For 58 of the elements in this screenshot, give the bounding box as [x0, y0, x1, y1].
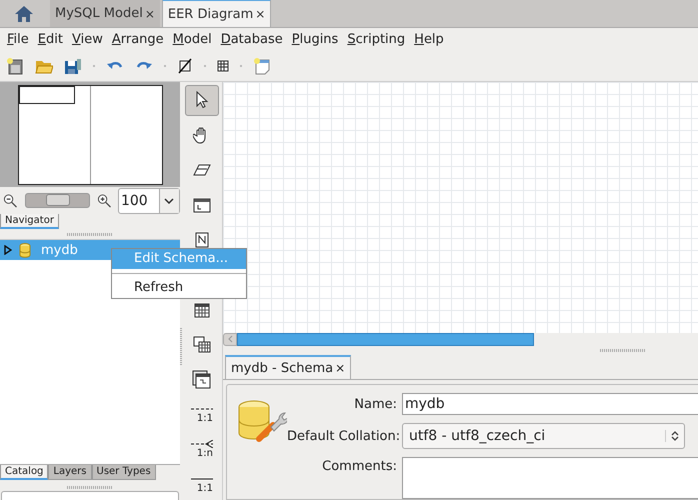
layer-icon[interactable] — [193, 198, 211, 213]
field-label: Default Collation: — [287, 428, 397, 444]
note-icon[interactable] — [195, 232, 209, 248]
schema-edit-icon — [237, 399, 287, 444]
database-icon — [19, 242, 31, 258]
menu-item[interactable]: Refresh — [112, 278, 246, 298]
comments-field[interactable] — [402, 457, 698, 500]
pointer-icon[interactable] — [195, 91, 209, 110]
relationship-tool[interactable]: 1:n — [191, 440, 213, 460]
menu-item[interactable]: Scripting — [344, 32, 412, 46]
menu-item[interactable]: Plugins — [288, 32, 344, 46]
relationship-tool[interactable]: 1:1 — [191, 475, 213, 494]
editor-tab[interactable]: mydb - Schema× — [225, 355, 352, 380]
new-diagram-icon[interactable] — [253, 56, 271, 74]
zoom-slider[interactable] — [24, 193, 90, 208]
menu-item[interactable]: Model — [170, 32, 218, 46]
splitter-handle[interactable] — [67, 233, 113, 236]
zoom-in-icon[interactable] — [97, 192, 112, 208]
menu-item[interactable]: Help — [411, 32, 450, 46]
eraser-icon[interactable] — [193, 164, 211, 176]
expander-icon[interactable] — [4, 245, 12, 255]
save-icon[interactable] — [64, 56, 82, 74]
home-icon — [14, 4, 34, 22]
navigator-tab[interactable]: Navigator — [0, 214, 59, 229]
document-tab[interactable]: EER Diagram× — [162, 0, 272, 27]
close-icon[interactable]: × — [335, 361, 346, 376]
menu-item[interactable]: Database — [218, 32, 289, 46]
splitter-handle[interactable] — [600, 349, 646, 352]
horizontal-scrollbar[interactable] — [223, 332, 698, 346]
document-tab[interactable]: MySQL Model× — [50, 0, 160, 27]
zoom-out-icon[interactable] — [3, 192, 18, 208]
table-icon[interactable] — [194, 302, 210, 318]
splitter-handle[interactable] — [67, 486, 113, 488]
zoom-combo[interactable]: 100 — [118, 188, 180, 214]
relationship-line-icon — [191, 440, 213, 448]
close-icon[interactable]: × — [255, 7, 266, 21]
menu-item[interactable]: File — [4, 32, 35, 46]
spinner-arrows-icon — [671, 430, 679, 442]
viewport-frame[interactable] — [18, 86, 74, 104]
field-label: Name: — [353, 396, 397, 412]
menu-item[interactable]: View — [68, 32, 109, 46]
chevron-down-icon — [164, 198, 174, 204]
tables-icon[interactable] — [193, 336, 211, 354]
slashed-square-icon[interactable] — [177, 58, 193, 74]
sidebar-tab[interactable]: User Types — [92, 465, 156, 480]
sidebar-tab[interactable]: Catalog — [0, 465, 48, 480]
field-label: Comments: — [321, 458, 397, 474]
menu-item[interactable]: Edit — [34, 32, 69, 46]
grid-icon[interactable] — [217, 60, 229, 72]
menu-item[interactable]: Arrange — [108, 32, 170, 46]
sidebar-tab[interactable]: Layers — [48, 465, 92, 480]
close-icon[interactable]: × — [144, 6, 155, 20]
routine-group-icon[interactable] — [192, 370, 212, 390]
new-document-icon[interactable] — [6, 56, 24, 74]
name-field[interactable]: mydb — [402, 393, 698, 416]
splitter-handle[interactable] — [180, 327, 182, 365]
collation-select[interactable]: utf8 - utf8_czech_ci — [402, 423, 685, 450]
relationship-tool[interactable]: 1:1 — [191, 405, 213, 424]
